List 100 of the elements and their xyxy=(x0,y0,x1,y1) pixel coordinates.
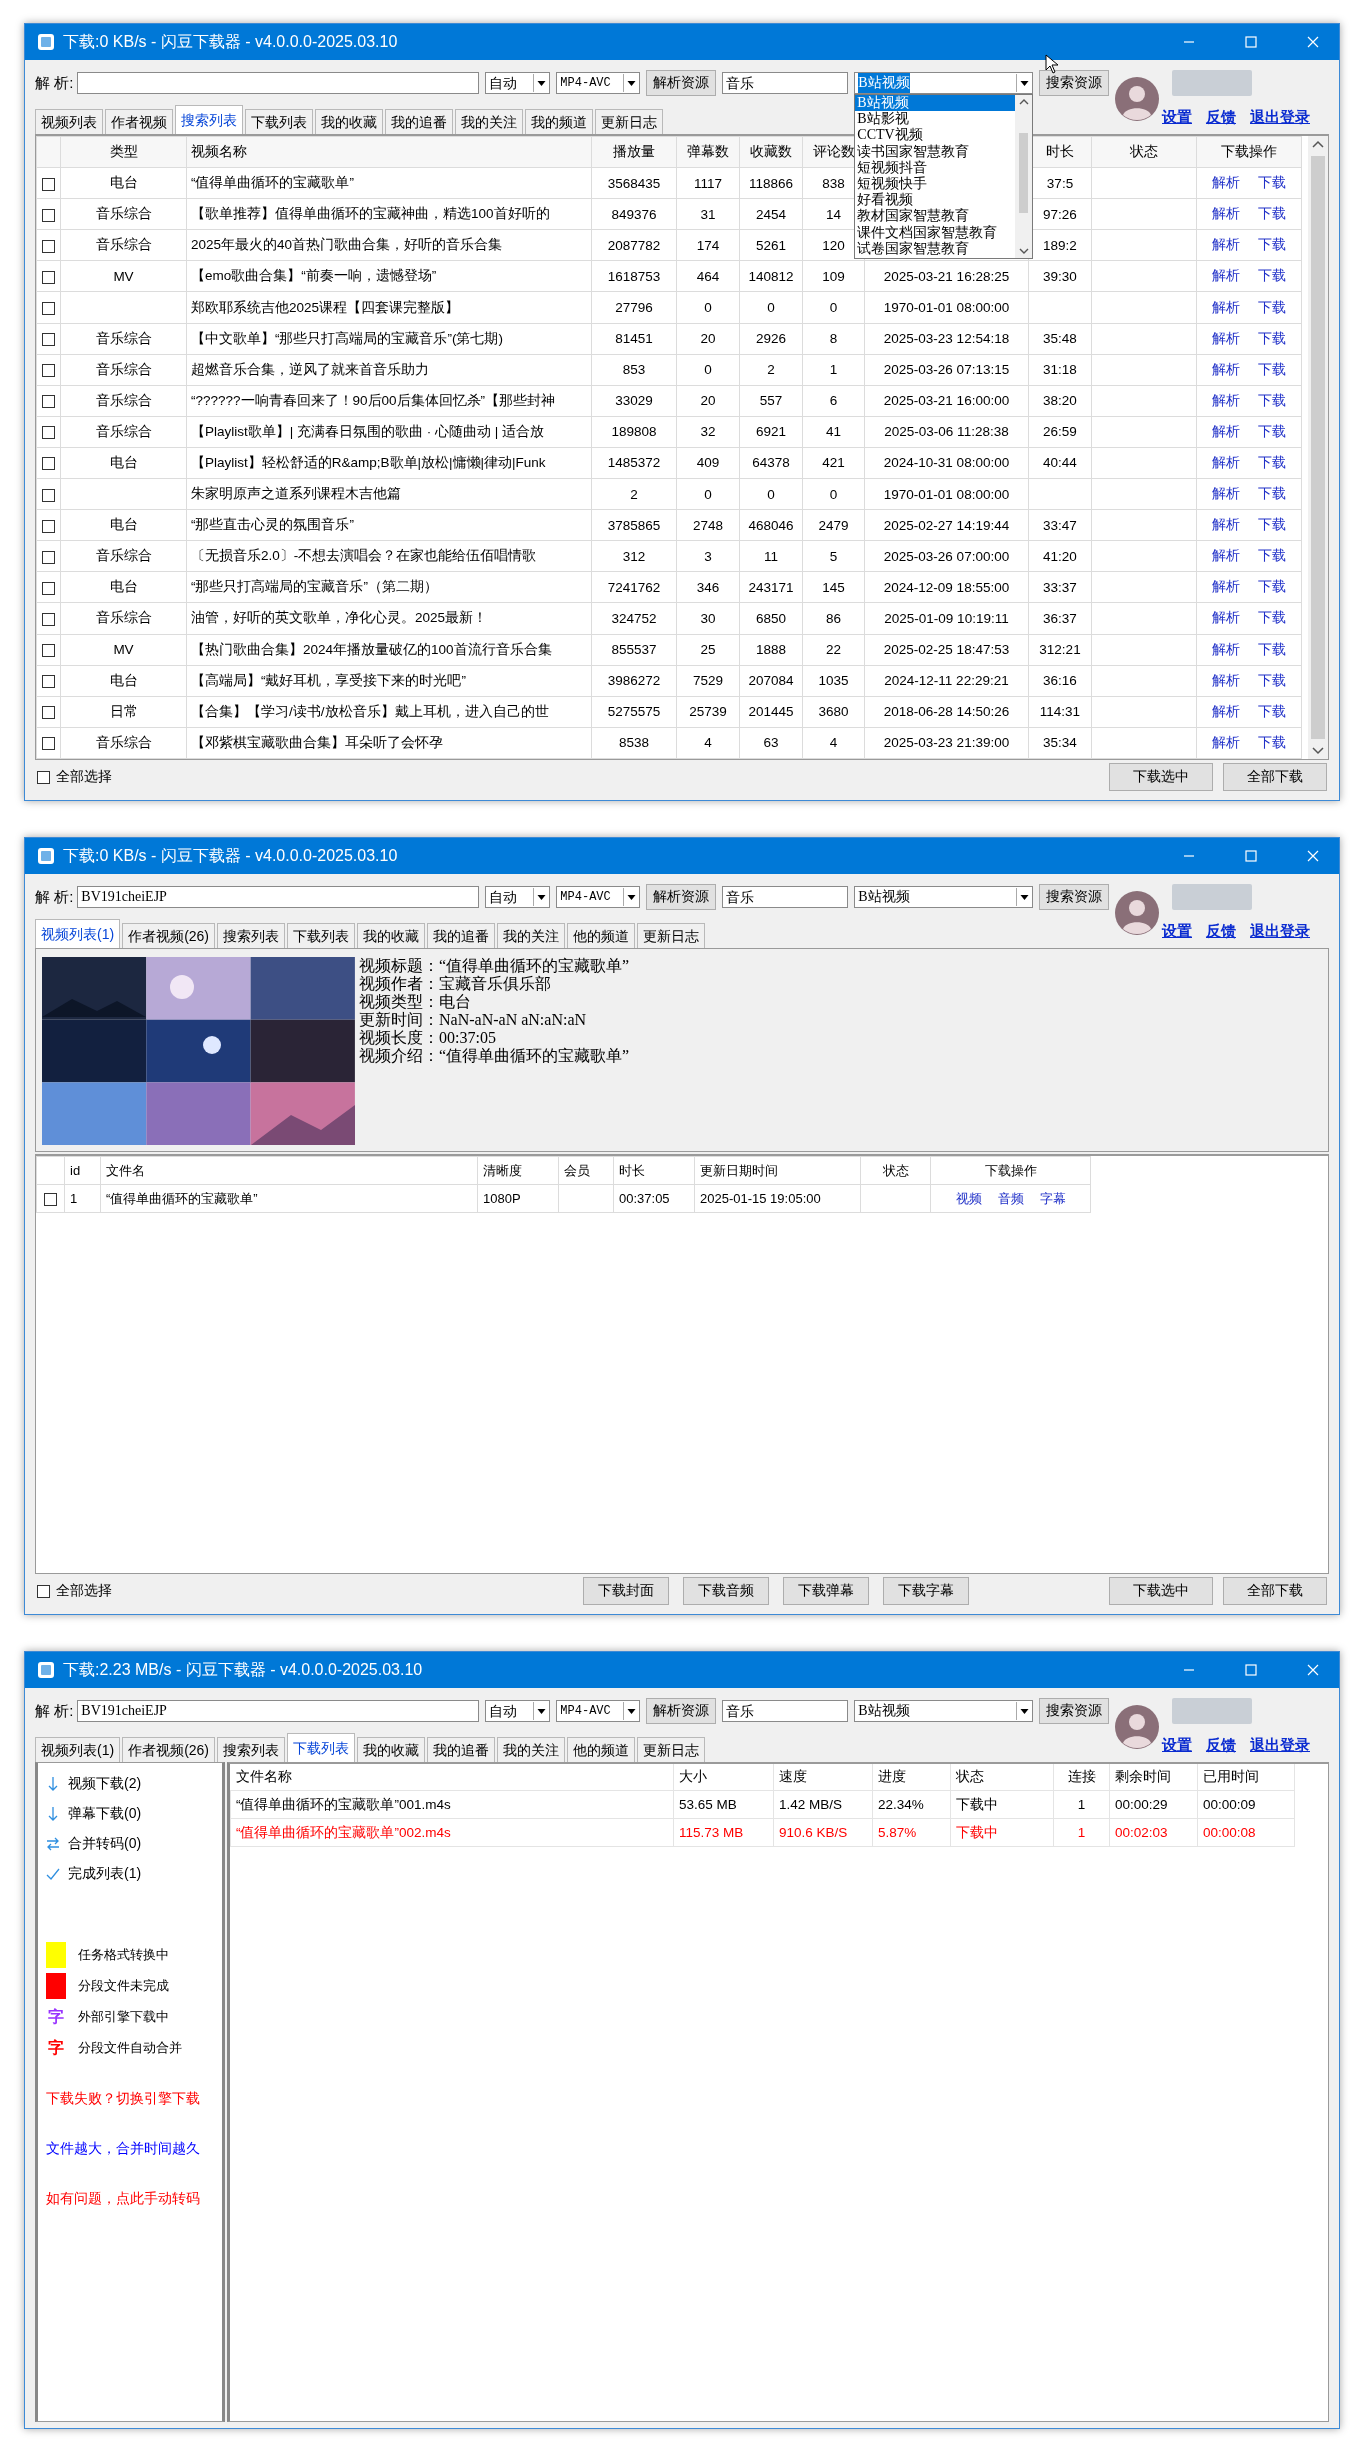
tab[interactable]: 搜索列表 xyxy=(175,105,243,134)
header-link[interactable]: 反馈 xyxy=(1206,1736,1236,1755)
action-link[interactable]: 解析 xyxy=(1212,672,1240,688)
search-button[interactable]: 搜索资源 xyxy=(1039,1698,1110,1724)
avatar[interactable] xyxy=(1114,76,1160,122)
tab[interactable]: 视频列表(1) xyxy=(35,919,121,948)
row-checkbox[interactable] xyxy=(42,550,55,564)
row-checkbox[interactable] xyxy=(42,706,55,720)
action-link[interactable]: 下载 xyxy=(1258,392,1286,408)
close-icon[interactable] xyxy=(1307,36,1319,48)
tab[interactable]: 我的关注 xyxy=(455,109,523,134)
header-link[interactable]: 反馈 xyxy=(1206,922,1236,941)
action-link[interactable]: 字幕 xyxy=(1039,1190,1066,1206)
site-select[interactable]: B站视频 xyxy=(854,1700,1034,1722)
action-link[interactable]: 解析 xyxy=(1212,299,1240,315)
note-link[interactable]: 文件越大，合并时间越久 xyxy=(46,2123,222,2173)
maximize-icon[interactable] xyxy=(1245,36,1257,48)
scrollbar-thumb[interactable] xyxy=(1311,156,1325,739)
tab[interactable]: 作者视频(26) xyxy=(122,923,216,948)
action-link[interactable]: 解析 xyxy=(1212,579,1240,595)
note-link[interactable]: 下载失败？切换引擎下载 xyxy=(46,2073,222,2123)
header-link[interactable]: 设置 xyxy=(1162,1736,1192,1755)
header-link[interactable]: 设置 xyxy=(1162,108,1192,127)
url-field[interactable]: BV191cheiEJP xyxy=(77,1700,480,1722)
row-checkbox[interactable] xyxy=(42,675,55,689)
action-link[interactable]: 下载 xyxy=(1258,361,1286,377)
tab[interactable]: 作者视频 xyxy=(105,109,173,134)
queue-item[interactable]: 完成列表(1) xyxy=(68,1865,142,1883)
queue-item[interactable]: 视频下载(2) xyxy=(68,1775,142,1793)
keyword-field[interactable]: 音乐 xyxy=(722,886,849,908)
action-link[interactable]: 下载 xyxy=(1258,330,1286,346)
row-checkbox[interactable] xyxy=(42,519,55,533)
maximize-icon[interactable] xyxy=(1245,1664,1257,1676)
url-field[interactable] xyxy=(77,72,480,94)
header-link[interactable]: 退出登录 xyxy=(1250,922,1310,941)
close-icon[interactable] xyxy=(1307,1664,1319,1676)
queue-item[interactable]: 合并转码(0) xyxy=(68,1835,142,1853)
tab[interactable]: 下载列表 xyxy=(287,923,356,948)
header-link[interactable]: 退出登录 xyxy=(1250,1736,1310,1755)
download-button[interactable]: 下载选中 xyxy=(1109,1577,1213,1605)
row-checkbox[interactable] xyxy=(42,270,55,284)
row-checkbox[interactable] xyxy=(42,737,55,751)
tab[interactable]: 视频列表 xyxy=(35,109,103,134)
action-link[interactable]: 下载 xyxy=(1258,517,1286,533)
tab[interactable]: 我的关注 xyxy=(497,923,566,948)
row-checkbox[interactable] xyxy=(42,426,55,440)
search-button[interactable]: 搜索资源 xyxy=(1039,70,1110,96)
dropdown-option[interactable]: 试卷国家智慧教育 xyxy=(855,240,1016,258)
row-checkbox[interactable] xyxy=(42,301,55,315)
download-button[interactable]: 全部下载 xyxy=(1223,763,1327,791)
scrollbar[interactable] xyxy=(1015,95,1033,258)
row-checkbox[interactable] xyxy=(42,581,55,595)
action-link[interactable]: 下载 xyxy=(1258,610,1286,626)
action-link[interactable]: 解析 xyxy=(1212,517,1240,533)
download-button[interactable]: 下载选中 xyxy=(1109,763,1213,791)
action-link[interactable]: 解析 xyxy=(1212,392,1240,408)
action-link[interactable]: 下载 xyxy=(1258,206,1286,222)
checkbox[interactable] xyxy=(37,770,50,784)
header-link[interactable]: 设置 xyxy=(1162,922,1192,941)
site-select[interactable]: B站视频 xyxy=(854,886,1034,908)
site-select[interactable]: B站视频 xyxy=(854,72,1034,94)
format-select[interactable]: MP4-AVC xyxy=(556,886,641,908)
queue-item[interactable]: 弹幕下载(0) xyxy=(68,1805,142,1823)
dropdown-option[interactable]: B站影视 xyxy=(855,111,1016,128)
action-link[interactable]: 下载 xyxy=(1258,641,1286,657)
action-link[interactable]: 下载 xyxy=(1258,455,1286,470)
dropdown-option[interactable]: 教材国家智慧教育 xyxy=(855,208,1016,225)
action-link[interactable]: 下载 xyxy=(1258,548,1286,564)
action-link[interactable]: 下载 xyxy=(1258,423,1286,439)
dropdown-option[interactable]: B站视频 xyxy=(855,95,1016,112)
tab[interactable]: 我的收藏 xyxy=(357,1737,426,1762)
tab[interactable]: 视频列表(1) xyxy=(35,1737,121,1762)
action-link[interactable]: 解析 xyxy=(1212,330,1240,346)
action-link[interactable]: 下载 xyxy=(1258,237,1286,253)
scrollbar-thumb[interactable] xyxy=(1019,133,1029,213)
mode-select[interactable]: 自动 xyxy=(485,886,551,908)
action-link[interactable]: 解析 xyxy=(1212,548,1240,564)
avatar[interactable] xyxy=(1114,1704,1160,1750)
action-link[interactable]: 解析 xyxy=(1212,703,1240,719)
action-link[interactable]: 解析 xyxy=(1212,486,1240,502)
dropdown-option[interactable]: 好看视频 xyxy=(855,192,1016,209)
tab[interactable]: 搜索列表 xyxy=(217,1737,286,1762)
header-link[interactable]: 反馈 xyxy=(1206,108,1236,127)
scrollbar[interactable] xyxy=(1308,136,1328,759)
action-link[interactable]: 下载 xyxy=(1258,486,1286,502)
tab[interactable]: 下载列表 xyxy=(287,1733,356,1762)
tab[interactable]: 我的追番 xyxy=(385,109,453,134)
tab[interactable]: 下载列表 xyxy=(245,109,313,134)
close-icon[interactable] xyxy=(1307,850,1319,862)
download-button[interactable]: 下载音频 xyxy=(683,1577,769,1605)
action-link[interactable]: 解析 xyxy=(1212,237,1240,253)
action-link[interactable]: 下载 xyxy=(1258,299,1286,315)
row-checkbox[interactable] xyxy=(42,457,55,471)
tab[interactable]: 我的收藏 xyxy=(315,109,383,134)
row-checkbox[interactable] xyxy=(44,1193,57,1207)
tab[interactable]: 我的追番 xyxy=(427,1737,496,1762)
row-checkbox[interactable] xyxy=(42,208,55,222)
row-checkbox[interactable] xyxy=(42,364,55,378)
action-link[interactable]: 解析 xyxy=(1212,175,1240,191)
action-link[interactable]: 解析 xyxy=(1212,734,1240,750)
